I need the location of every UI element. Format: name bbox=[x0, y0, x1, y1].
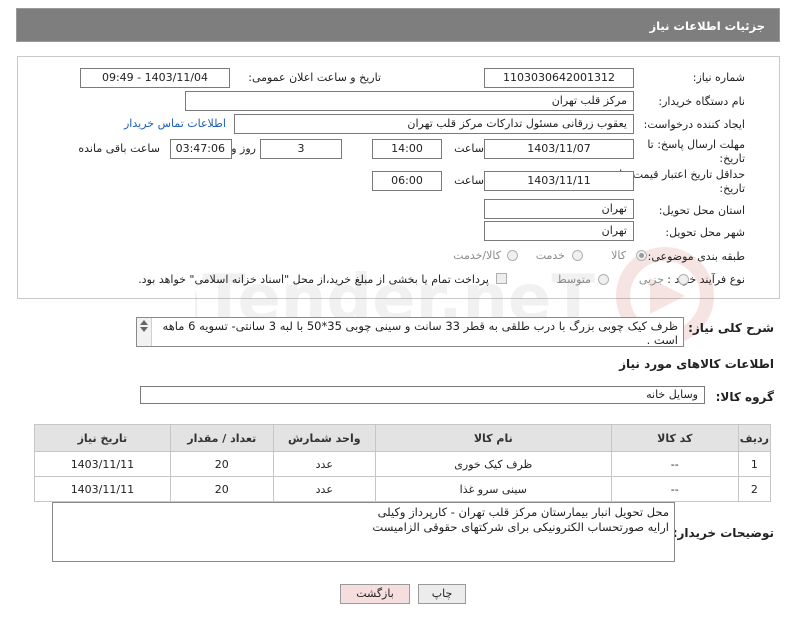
need-number-field: 1103030642001312 bbox=[484, 68, 634, 88]
announce-label: تاریخ و ساعت اعلان عمومی: bbox=[248, 71, 381, 84]
row-unit: عدد bbox=[272, 451, 376, 477]
deadline-time-label: ساعت bbox=[454, 142, 484, 155]
buyer-notes-line-2: ارایه صورتحساب الکترونیکی برای شرکتهای ح… bbox=[372, 520, 669, 534]
back-button[interactable]: بازگشت bbox=[340, 584, 410, 604]
category-radio-service[interactable] bbox=[572, 250, 583, 261]
deadline-time-field: 14:00 bbox=[372, 139, 442, 159]
goods-group-field: وسایل خانه bbox=[140, 386, 705, 404]
category-option-goods-service: کالا/خدمت bbox=[453, 249, 501, 262]
table-row: 2 -- سینی سرو غذا عدد 20 1403/11/11 bbox=[34, 476, 772, 502]
buyer-notes-line-1: محل تحویل انبار بیمارستان مرکز قلب تهران… bbox=[377, 505, 669, 519]
goods-section-title: اطلاعات کالاهای مورد نیاز bbox=[619, 357, 774, 371]
scroll-down-icon[interactable] bbox=[140, 327, 148, 332]
category-radio-goods[interactable] bbox=[636, 250, 647, 261]
buyer-contact-link[interactable]: اطلاعات تماس خریدار bbox=[124, 117, 226, 130]
page-header: جزئیات اطلاعات نیاز bbox=[16, 8, 780, 42]
buyer-notes-box[interactable]: محل تحویل انبار بیمارستان مرکز قلب تهران… bbox=[52, 502, 675, 562]
creator-field: یعقوب زرقانی مسئول تدارکات مرکز قلب تهرا… bbox=[234, 114, 634, 134]
row-name: سینی سرو غذا bbox=[374, 476, 612, 502]
row-name: ظرف کیک خوری bbox=[374, 451, 612, 477]
announce-datetime-field: 1403/11/04 - 09:49 bbox=[80, 68, 230, 88]
price-validity-date-field: 1403/11/11 bbox=[484, 171, 634, 191]
category-radio-goods-service[interactable] bbox=[507, 250, 518, 261]
price-validity-label: حداقل تاریخ اعتبار قیمت: تا bbox=[619, 168, 745, 181]
buyer-label: نام دستگاه خریدار: bbox=[658, 95, 745, 108]
goods-group-label: گروه کالا: bbox=[715, 390, 774, 404]
col-qty: تعداد / مقدار bbox=[169, 424, 274, 452]
row-code: -- bbox=[610, 476, 739, 502]
col-row: ردیف bbox=[737, 424, 772, 452]
row-qty: 20 bbox=[169, 451, 274, 477]
row-date: 1403/11/11 bbox=[34, 451, 171, 477]
deadline-date-label: تاریخ: bbox=[719, 152, 745, 165]
category-label: طبقه بندی موضوعی: bbox=[647, 250, 745, 263]
treasury-payment-note: پرداخت تمام یا بخشی از مبلغ خرید،از محل … bbox=[138, 273, 489, 286]
row-index: 1 bbox=[737, 451, 772, 477]
process-option-minor: جزیی bbox=[638, 273, 664, 286]
remaining-label: ساعت باقی مانده bbox=[78, 142, 160, 155]
treasury-payment-checkbox[interactable] bbox=[496, 273, 507, 284]
row-index: 2 bbox=[737, 476, 772, 502]
category-option-goods: کالا bbox=[611, 249, 626, 262]
price-validity-time-field: 06:00 bbox=[372, 171, 442, 191]
buyer-field: مرکز قلب تهران bbox=[185, 91, 634, 111]
page-title: جزئیات اطلاعات نیاز bbox=[649, 19, 765, 33]
buyer-notes-label: توضیحات خریدار: bbox=[672, 526, 774, 540]
scroll-up-icon[interactable] bbox=[140, 320, 148, 325]
remaining-time-field: 03:47:06 bbox=[170, 139, 232, 159]
description-label: شرح کلی نیاز: bbox=[688, 321, 774, 335]
print-button[interactable]: چاپ bbox=[418, 584, 466, 604]
col-date: تاریخ نیاز bbox=[34, 424, 171, 452]
col-code: کد کالا bbox=[610, 424, 739, 452]
row-qty: 20 bbox=[169, 476, 274, 502]
goods-table-header: ردیف کد کالا نام کالا واحد شمارش تعداد /… bbox=[34, 424, 772, 452]
row-unit: عدد bbox=[272, 476, 376, 502]
creator-label: ایجاد کننده درخواست: bbox=[643, 118, 745, 131]
price-validity-date-label: تاریخ: bbox=[719, 182, 745, 195]
table-row: 1 -- ظرف کیک خوری عدد 20 1403/11/11 bbox=[34, 451, 772, 477]
days-field: 3 bbox=[260, 139, 342, 159]
process-radio-medium[interactable] bbox=[598, 274, 609, 285]
province-field: تهران bbox=[484, 199, 634, 219]
city-field: تهران bbox=[484, 221, 634, 241]
process-radio-minor[interactable] bbox=[678, 274, 689, 285]
description-box[interactable]: ظرف کیک چوبی بزرگ با درب طلقی به قطر 33 … bbox=[136, 317, 684, 347]
process-option-medium: متوسط bbox=[556, 273, 591, 286]
days-label: روز و bbox=[231, 142, 256, 155]
col-unit: واحد شمارش bbox=[272, 424, 376, 452]
row-date: 1403/11/11 bbox=[34, 476, 171, 502]
category-option-service: خدمت bbox=[535, 249, 565, 262]
province-label: استان محل تحویل: bbox=[658, 204, 745, 217]
row-code: -- bbox=[610, 451, 739, 477]
col-name: نام کالا bbox=[374, 424, 612, 452]
price-validity-time-label: ساعت bbox=[454, 174, 484, 187]
goods-table: ردیف کد کالا نام کالا واحد شمارش تعداد /… bbox=[34, 424, 772, 502]
deadline-label: مهلت ارسال پاسخ: تا bbox=[647, 138, 745, 151]
city-label: شهر محل تحویل: bbox=[665, 226, 745, 239]
description-text: ظرف کیک چوبی بزرگ با درب طلقی به قطر 33 … bbox=[162, 319, 678, 347]
need-number-label: شماره نیاز: bbox=[692, 71, 745, 84]
deadline-date-field: 1403/11/07 bbox=[484, 139, 634, 159]
description-scrollbar[interactable] bbox=[137, 318, 152, 346]
